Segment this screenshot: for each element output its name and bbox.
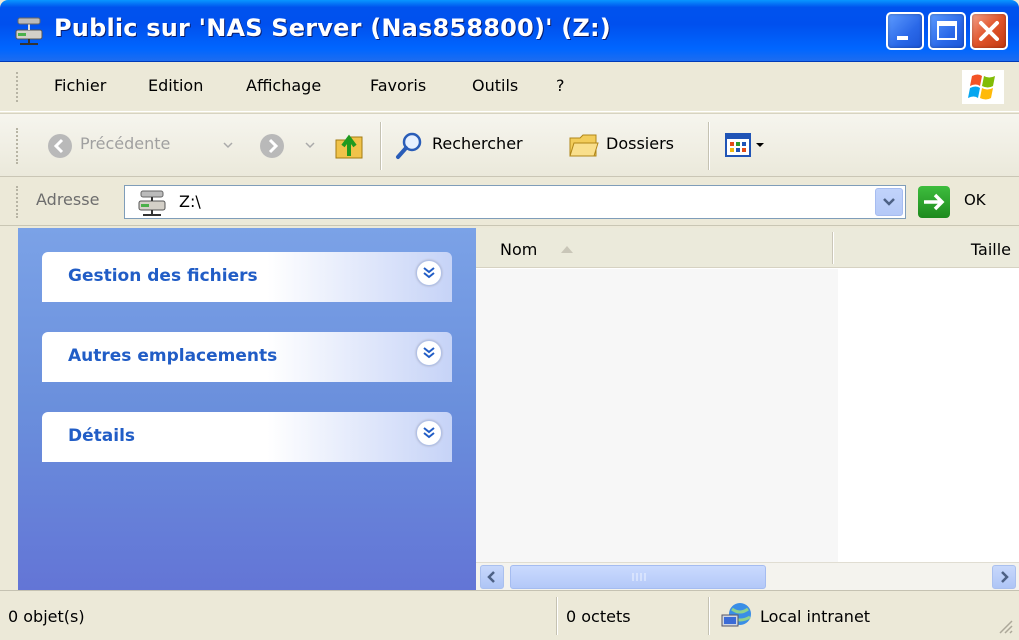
- local-intranet-icon: [721, 603, 751, 627]
- back-arrow-icon: [48, 134, 72, 158]
- network-drive-icon: [15, 17, 43, 45]
- menu-bar: Fichier Edition Affichage Favoris Outils…: [0, 62, 1019, 112]
- address-bar: Adresse Z:\ OK: [0, 178, 1019, 226]
- address-input[interactable]: Z:\: [124, 185, 906, 219]
- menu-affichage[interactable]: Affichage: [246, 76, 321, 95]
- close-button[interactable]: [970, 12, 1008, 50]
- menu-outils[interactable]: Outils: [472, 76, 518, 95]
- maximize-icon: [937, 21, 957, 40]
- back-button[interactable]: Précédente: [80, 134, 170, 153]
- go-arrow-icon: [924, 193, 945, 211]
- status-object-count: 0 objet(s): [8, 607, 85, 626]
- arrow-right-icon: [1001, 571, 1009, 583]
- column-divider[interactable]: [832, 232, 834, 264]
- column-header-name[interactable]: Nom: [500, 240, 537, 259]
- toolbar-separator: [708, 122, 710, 170]
- maximize-button[interactable]: [928, 12, 966, 50]
- task-pane: Gestion des fichiers Autres emplacements…: [18, 228, 476, 590]
- status-separator: [556, 597, 558, 635]
- go-button[interactable]: [918, 186, 950, 218]
- standard-toolbar: Précédente Rechercher Dossiers: [0, 113, 1019, 177]
- expand-chevron-icon[interactable]: [416, 340, 442, 366]
- column-header-size[interactable]: Taille: [971, 240, 1011, 259]
- status-bar: 0 objet(s) 0 octets Local intranet: [0, 590, 1019, 640]
- sort-ascending-icon: [561, 246, 573, 253]
- scroll-thumb[interactable]: [510, 565, 766, 589]
- network-drive-icon: [138, 190, 166, 216]
- grip-lines-icon: [632, 573, 646, 581]
- expand-chevron-icon[interactable]: [416, 260, 442, 286]
- address-label: Adresse: [36, 190, 100, 209]
- views-icon[interactable]: [724, 132, 770, 160]
- folders-button[interactable]: Dossiers: [606, 134, 674, 153]
- minimize-icon: [897, 36, 908, 40]
- menubar-grip[interactable]: [16, 72, 20, 102]
- menu-edition[interactable]: Edition: [148, 76, 203, 95]
- toolbar-grip[interactable]: [16, 128, 20, 164]
- menu-help[interactable]: ?: [556, 76, 565, 95]
- menu-fichier[interactable]: Fichier: [54, 76, 106, 95]
- resize-grip-icon[interactable]: [996, 617, 1014, 635]
- expand-chevron-icon[interactable]: [416, 420, 442, 446]
- chevron-down-icon: [883, 198, 895, 206]
- task-section-file-management[interactable]: Gestion des fichiers: [42, 252, 452, 302]
- folders-icon: [569, 134, 599, 157]
- address-dropdown-button[interactable]: [875, 188, 903, 216]
- windows-logo-icon: [962, 70, 1004, 104]
- addressbar-grip[interactable]: [16, 186, 20, 218]
- status-size: 0 octets: [566, 607, 631, 626]
- folder-up-icon[interactable]: [332, 128, 366, 162]
- scroll-right-button[interactable]: [992, 565, 1016, 589]
- horizontal-scrollbar[interactable]: [476, 562, 1019, 590]
- task-section-title: Gestion des fichiers: [68, 266, 258, 286]
- task-section-other-places[interactable]: Autres emplacements: [42, 332, 452, 382]
- toolbar-separator: [380, 122, 382, 170]
- task-section-details[interactable]: Détails: [42, 412, 452, 462]
- forward-dropdown-icon[interactable]: [304, 140, 316, 150]
- scroll-left-button[interactable]: [480, 565, 504, 589]
- search-button[interactable]: Rechercher: [432, 134, 523, 153]
- arrow-left-icon: [487, 571, 495, 583]
- search-icon: [396, 132, 422, 159]
- title-bar[interactable]: Public sur 'NAS Server (Nas858800)' (Z:): [0, 0, 1019, 62]
- sorted-column-highlight: [476, 269, 838, 562]
- file-list[interactable]: Nom Taille: [476, 228, 1019, 562]
- column-header-row: Nom Taille: [476, 228, 1019, 268]
- address-value: Z:\: [179, 192, 201, 211]
- status-separator: [708, 597, 710, 635]
- go-label[interactable]: OK: [964, 191, 986, 209]
- forward-arrow-icon[interactable]: [258, 132, 286, 160]
- task-section-title: Détails: [68, 426, 136, 446]
- close-icon: [979, 21, 999, 41]
- minimize-button[interactable]: [886, 12, 924, 50]
- menu-favoris[interactable]: Favoris: [370, 76, 426, 95]
- task-section-title: Autres emplacements: [68, 346, 278, 366]
- back-dropdown-icon[interactable]: [222, 140, 234, 150]
- window-title: Public sur 'NAS Server (Nas858800)' (Z:): [54, 14, 611, 42]
- status-zone: Local intranet: [760, 607, 871, 626]
